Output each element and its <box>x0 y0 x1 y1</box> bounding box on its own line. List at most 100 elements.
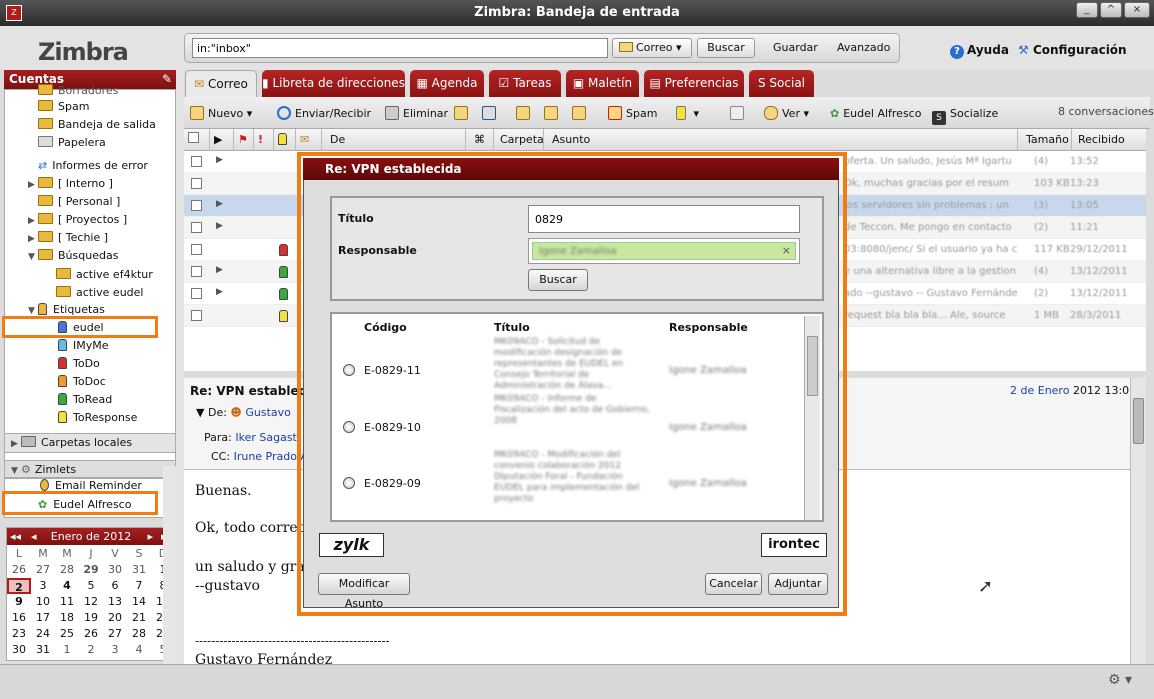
calendar-day[interactable]: 12 <box>79 594 103 610</box>
from-link[interactable]: Gustavo <box>245 406 291 419</box>
search-button[interactable]: Buscar <box>697 38 755 58</box>
delete-button[interactable]: Eliminar <box>385 104 448 124</box>
new-button[interactable]: Nuevo ▾ <box>190 104 252 124</box>
reply-all-button[interactable] <box>544 104 562 124</box>
advanced-search-link[interactable]: Avanzado <box>837 39 890 57</box>
attachment-column-icon[interactable]: ⌘ <box>470 129 494 151</box>
calendar-day[interactable]: 26 <box>7 562 31 578</box>
socialize-button[interactable]: S Socialize <box>932 104 998 125</box>
reply-button[interactable] <box>516 104 534 124</box>
settings-link[interactable]: ⚒ Configuración <box>1018 41 1127 59</box>
tab-correo[interactable]: ✉ Correo <box>185 70 257 97</box>
calendar-day[interactable]: 30 <box>103 562 127 578</box>
tag-toresponse[interactable]: ToResponse <box>58 409 137 427</box>
calendar-day[interactable]: 18 <box>55 610 79 626</box>
sidebar-item-proyectos[interactable]: ▶[ Proyectos ] <box>28 211 127 229</box>
help-link[interactable]: ? Ayuda <box>950 41 1009 59</box>
calendar-day[interactable]: 16 <box>7 610 31 626</box>
sidebar-item-local-folders[interactable]: ▶ Carpetas locales <box>4 433 176 453</box>
status-column-icon[interactable]: ✉ <box>296 129 322 151</box>
search-type-dropdown[interactable]: Correo ▾ <box>612 38 692 58</box>
pin-icon[interactable]: ✎ <box>162 70 172 89</box>
calendar-day[interactable]: 31 <box>31 642 55 658</box>
row-checkbox[interactable] <box>191 222 202 233</box>
maximize-button[interactable]: ^ <box>1100 2 1122 18</box>
calendar-day[interactable]: 20 <box>103 610 127 626</box>
from-column[interactable]: De <box>326 129 466 151</box>
calendar-day[interactable]: 31 <box>127 562 151 578</box>
expand-arrow-icon[interactable]: ▶ <box>216 265 223 275</box>
send-receive-button[interactable]: Enviar/Recibir <box>277 104 371 124</box>
tag-column-icon[interactable] <box>274 129 296 151</box>
calendar-day[interactable]: 10 <box>31 594 55 610</box>
tag-todo[interactable]: ToDo <box>58 355 100 373</box>
row-checkbox[interactable] <box>191 200 202 211</box>
calendar-day[interactable]: 5 <box>79 578 103 594</box>
calendar-day[interactable]: 3 <box>103 642 127 658</box>
calendar-day[interactable]: 29 <box>79 562 103 578</box>
tag-toread[interactable]: ToRead <box>58 391 112 409</box>
detach-button[interactable] <box>730 104 748 124</box>
calendar-day[interactable]: 28 <box>55 562 79 578</box>
calendar-day[interactable]: 3 <box>31 578 55 594</box>
sidebar-item-searches[interactable]: ▼ Búsquedas <box>28 247 118 265</box>
calendar-day[interactable]: 2 <box>7 578 31 594</box>
sidebar-item-error-reports[interactable]: ⇄ Informes de error <box>38 157 148 175</box>
calendar-day[interactable]: 19 <box>79 610 103 626</box>
row-checkbox[interactable] <box>191 288 202 299</box>
minimize-button[interactable]: _ <box>1076 2 1098 18</box>
next-month-icon[interactable]: ▸ <box>147 528 153 545</box>
tag-todoc[interactable]: ToDoc <box>58 373 106 391</box>
tab-calendar[interactable]: ▦ Agenda <box>410 70 484 97</box>
close-button[interactable]: × <box>1124 2 1150 18</box>
calendar-day[interactable]: 24 <box>31 626 55 642</box>
collapse-arrow-icon[interactable]: ▼ <box>28 248 38 266</box>
expand-arrow-icon[interactable]: ▶ <box>216 287 223 297</box>
sidebar-item-trash[interactable]: Papelera <box>38 134 106 152</box>
expand-arrow-icon[interactable]: ▶ <box>216 199 223 209</box>
calendar-day[interactable]: 13 <box>103 594 127 610</box>
tab-preferences[interactable]: ▤ Preferencias <box>644 70 744 97</box>
pane-splitter[interactable] <box>176 70 184 664</box>
sidebar-item-interno[interactable]: ▶[ Interno ] <box>28 175 113 193</box>
size-column[interactable]: Tamaño <box>1022 129 1072 151</box>
row-checkbox[interactable] <box>191 266 202 277</box>
calendar-day[interactable]: 1 <box>55 642 79 658</box>
tab-social[interactable]: S Social <box>749 70 814 97</box>
tab-contacts[interactable]: ▮ Libreta de direcciones <box>262 70 405 97</box>
calendar-day[interactable]: 6 <box>103 578 127 594</box>
move-button[interactable] <box>454 104 472 124</box>
subject-column[interactable]: Asunto <box>548 129 1018 151</box>
save-search-link[interactable]: Guardar <box>773 39 818 57</box>
row-checkbox[interactable] <box>191 178 202 189</box>
expand-arrow-icon[interactable]: ▶ <box>216 155 223 165</box>
reading-scrollbar[interactable] <box>1130 378 1146 664</box>
to-link[interactable]: Iker Sagasti <box>235 431 300 444</box>
spam-button[interactable]: Spam <box>608 104 657 124</box>
calendar-day[interactable]: 17 <box>31 610 55 626</box>
calendar-day[interactable]: 30 <box>7 642 31 658</box>
sidebar-item-active-eudel[interactable]: active eudel <box>56 284 143 302</box>
row-checkbox[interactable] <box>191 244 202 255</box>
gear-icon[interactable]: ⚙ ▾ <box>1108 672 1132 688</box>
calendar-day[interactable]: 21 <box>127 610 151 626</box>
calendar-day[interactable]: 23 <box>7 626 31 642</box>
view-button[interactable]: Ver ▾ <box>764 104 809 124</box>
calendar-day[interactable]: 4 <box>127 642 151 658</box>
tag-imyme[interactable]: IMyMe <box>58 337 109 355</box>
expand-arrow-icon[interactable]: ▶ <box>28 212 38 230</box>
calendar-day[interactable]: 27 <box>31 562 55 578</box>
search-input[interactable] <box>192 38 608 58</box>
tab-briefcase[interactable]: ▣ Maletín <box>566 70 639 97</box>
received-column[interactable]: Recibido <box>1074 129 1146 151</box>
calendar-day[interactable]: 25 <box>55 626 79 642</box>
sidebar-item-personal[interactable]: [ Personal ] <box>28 193 120 211</box>
select-all-checkbox[interactable] <box>188 132 199 143</box>
calendar-day[interactable]: 28 <box>127 626 151 642</box>
forward-button[interactable] <box>572 104 590 124</box>
tab-tasks[interactable]: ☑ Tareas <box>489 70 561 97</box>
sidebar-scrollbar[interactable] <box>163 466 177 666</box>
calendar-day[interactable]: 4 <box>55 578 79 594</box>
print-button[interactable] <box>482 104 500 124</box>
zimlets-header[interactable]: ▼ ⚙ Zimlets <box>4 460 176 478</box>
